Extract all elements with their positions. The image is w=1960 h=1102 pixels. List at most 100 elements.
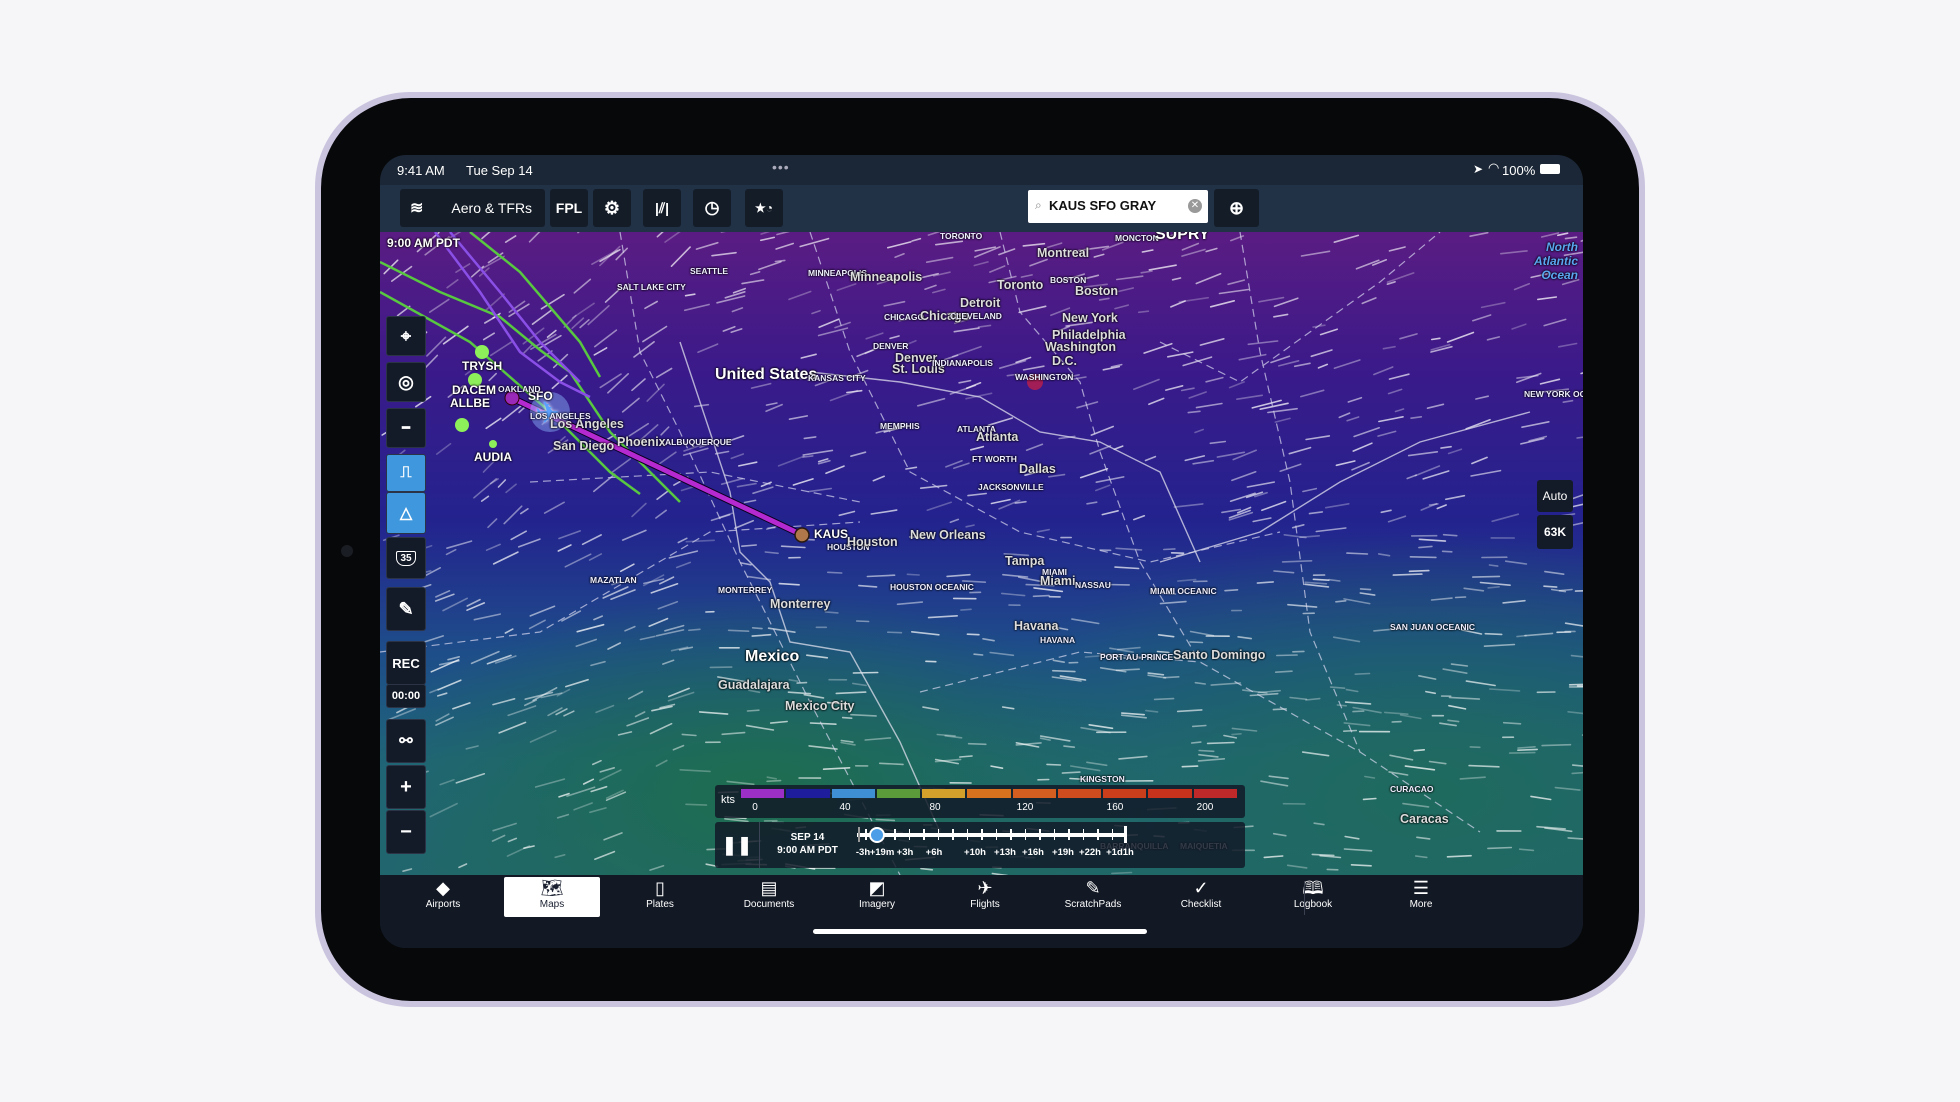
timeline-tick-label[interactable]: +22h (1073, 847, 1107, 858)
legend-tick-label: 80 (929, 802, 941, 813)
map-label: Montreal (1037, 246, 1090, 260)
legend-swatch (922, 789, 966, 798)
map-label: Atlanta (976, 430, 1019, 444)
timeline-tick-mark (937, 829, 939, 840)
multitasking-dots-icon[interactable]: ••• (772, 159, 790, 175)
map-label: CLEVELAND (950, 311, 1002, 321)
layers-button[interactable]: ≋ Aero & TFRs (400, 189, 545, 227)
tab-more[interactable]: ☰ More (1373, 877, 1469, 917)
profile-view-icon[interactable]: ⎍ (386, 454, 426, 492)
app-screen: 9:41 AM Tue Sep 14 ••• ➤ ◠ 100% ≋ Aero &… (380, 155, 1583, 948)
tab-scratchpads[interactable]: ✎ ScratchPads (1045, 877, 1141, 917)
fpl-button[interactable]: FPL (550, 189, 588, 227)
home-indicator[interactable] (813, 929, 1147, 934)
tab-label: ScratchPads (1064, 899, 1122, 910)
legend-swatch (786, 789, 830, 798)
waypoint-marker-k (455, 418, 469, 432)
map-label: United States (715, 366, 818, 383)
wind-speed-legend: kts 0 40 80 120 160 200 (715, 785, 1245, 818)
zoom-out-icon[interactable]: − (386, 810, 426, 854)
tab-plates[interactable]: ▯ Plates (612, 877, 708, 917)
airports-icon: ◆ (436, 878, 450, 898)
annotate-pencil-icon[interactable]: ✎ (386, 587, 426, 631)
top-toolbar: ≋ Aero & TFRs FPL ⚙ |⫽| ◷ ★◔ ⌕ KAUS SFO … (380, 185, 1583, 232)
legend-swatch (741, 789, 785, 798)
tab-checklist[interactable]: ✓ Checklist (1153, 877, 1249, 917)
tab-label: Imagery (858, 899, 896, 910)
checkmark-icon: ✓ (1193, 878, 1209, 898)
legend-tick-label: 200 (1196, 802, 1214, 813)
tab-airports[interactable]: ◆ Airports (395, 877, 491, 917)
timeline-track[interactable] (857, 833, 1127, 837)
tab-logbook[interactable]: 🕮 Logbook (1265, 877, 1361, 917)
pause-icon[interactable]: ❚❚ (715, 822, 760, 868)
map-label: Houston (847, 535, 898, 549)
crosshair-target-icon[interactable]: ⊕ (1214, 189, 1259, 227)
search-input[interactable]: ⌕ KAUS SFO GRAY ✕ (1028, 190, 1208, 223)
map-label: CHICAGO (884, 312, 925, 322)
settings-gear-icon[interactable]: ⚙ (593, 189, 631, 227)
timeline-tick-mark (865, 829, 867, 840)
airspace-boundaries (380, 232, 1481, 875)
timeline-tick-mark (981, 829, 983, 840)
map-label: MONTERREY (718, 585, 773, 595)
favorites-recent-icon[interactable]: ★◔ (745, 189, 783, 227)
plates-icon: ▯ (655, 878, 665, 898)
map-label: KANSAS CITY (808, 373, 866, 383)
waypoint-marker-audia (489, 440, 497, 448)
legend-swatch (1193, 789, 1237, 798)
timeline-tick-label[interactable]: +6h (917, 847, 951, 858)
legend-tick-label: 160 (1106, 802, 1124, 813)
timeline-tick-label[interactable]: +1d1h (1103, 847, 1137, 858)
timeline-tick-mark (923, 829, 925, 840)
timeline-tick-mark (908, 829, 910, 840)
track-up-icon[interactable]: ◎ (386, 362, 426, 402)
timeline-tick-mark (952, 829, 954, 840)
map-label: Dallas (1019, 462, 1056, 476)
terrain-icon[interactable]: △ (386, 492, 426, 534)
rec-timer: 00:00 (386, 684, 426, 708)
timeline-tick-mark (1053, 829, 1055, 840)
map-overlay (380, 232, 1531, 875)
zoom-in-icon[interactable]: + (386, 765, 426, 809)
route-edit-icon[interactable]: ⚯ (386, 719, 426, 763)
map-label: D.C. (1052, 354, 1077, 368)
map-label: TORONTO (940, 232, 983, 241)
tab-imagery[interactable]: ◩ Imagery (829, 877, 925, 917)
map-label: Miami (1040, 574, 1076, 588)
wind-barbs-icon[interactable]: |⫽| (643, 189, 681, 227)
declutter-icon[interactable]: ━ (386, 408, 426, 448)
status-bar: 9:41 AM Tue Sep 14 ••• ➤ ◠ 100% (380, 155, 1583, 185)
waypoint-label: AUDIA (474, 450, 512, 464)
timeline-tick-mark (966, 829, 968, 840)
menu-icon: ☰ (1412, 878, 1430, 898)
map-label: Toronto (997, 278, 1044, 292)
tab-documents[interactable]: ▤ Documents (721, 877, 817, 917)
clear-search-icon[interactable]: ✕ (1188, 199, 1202, 213)
waypoint-label: DACEM (452, 383, 496, 397)
map-label: SALT LAKE CITY (617, 282, 686, 292)
locate-icon[interactable]: ⌖ (386, 316, 426, 356)
legend-tick-label: 0 (752, 802, 758, 813)
timeline-tick-label[interactable]: +10h (958, 847, 992, 858)
altitude-auto-button[interactable]: Auto (1537, 480, 1573, 512)
tab-label: Plates (646, 899, 674, 910)
tab-label: Airports (425, 899, 461, 910)
map-label: DENVER (873, 341, 909, 351)
gauge-icon[interactable]: ◷ (693, 189, 731, 227)
record-button[interactable]: REC (386, 641, 426, 685)
highway-shield-button[interactable]: 35 (386, 537, 426, 579)
timeline-tick-mark (1039, 829, 1041, 840)
waypoint-label: ALLBE (450, 396, 490, 410)
tab-flights[interactable]: ✈ Flights (937, 877, 1033, 917)
timeline-tick-label[interactable]: +16h (1016, 847, 1050, 858)
tab-maps[interactable]: 🗺 Maps (504, 877, 600, 917)
map-label: San Diego (553, 439, 615, 453)
map-label: PORT-AU-PRINCE (1100, 652, 1174, 662)
timeline-scrubber-handle[interactable] (869, 827, 885, 843)
timeline-tick-mark (1010, 829, 1012, 840)
weather-map[interactable]: ✈ 9:00 AM PDT TRYSH DACEM ALLBE AUDIA SF… (380, 232, 1583, 875)
tab-divider (1304, 881, 1305, 915)
altitude-level-button[interactable]: 63K (1537, 515, 1573, 549)
airways-purple (434, 232, 591, 399)
